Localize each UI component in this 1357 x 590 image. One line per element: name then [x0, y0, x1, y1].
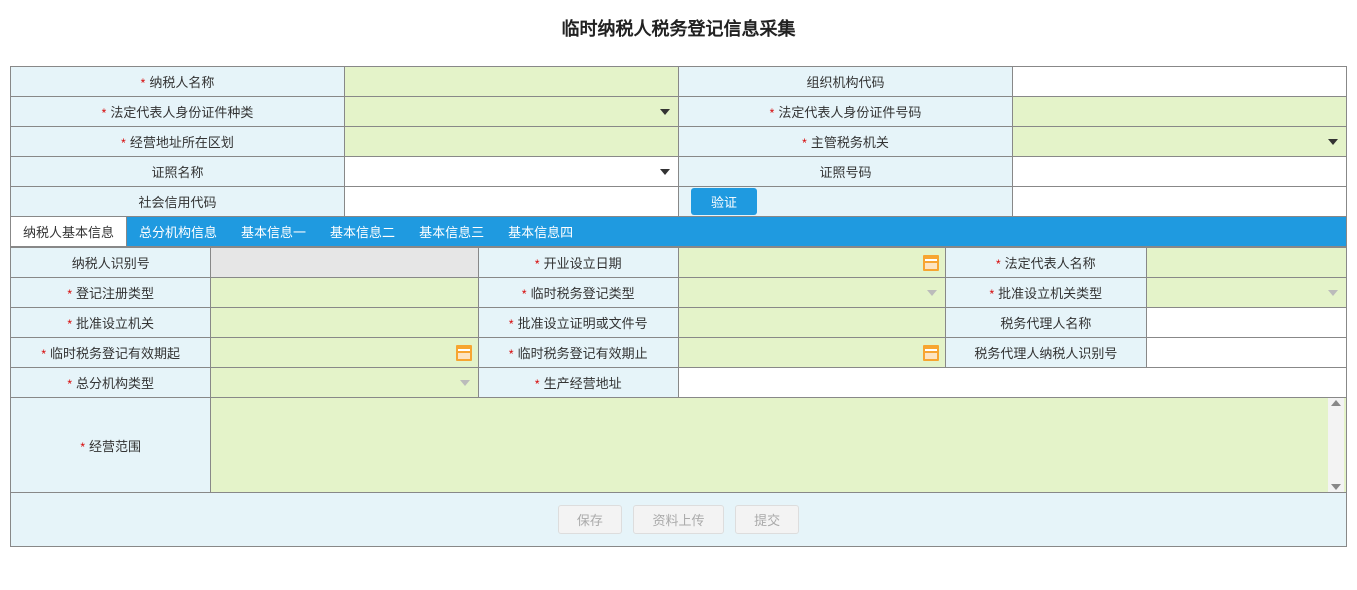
button-row: 保存 资料上传 提交: [10, 493, 1347, 547]
label-social-credit-code: 社会信用代码: [11, 187, 345, 217]
select-license-name[interactable]: [345, 157, 679, 187]
label-approval-org-type: *批准设立机关类型: [946, 278, 1146, 308]
label-legal-name: *法定代表人名称: [946, 248, 1146, 278]
biz-scope-textarea[interactable]: [211, 399, 1346, 489]
label-license-name: 证照名称: [11, 157, 345, 187]
label-tax-agent-taxpayer-id: 税务代理人纳税人识别号: [946, 338, 1146, 368]
select-tax-authority[interactable]: [1013, 127, 1347, 157]
tab-branch-info[interactable]: 总分机构信息: [127, 217, 229, 246]
scroll-up-icon[interactable]: [1331, 400, 1341, 406]
label-org-code: 组织机构代码: [679, 67, 1013, 97]
verify-button[interactable]: 验证: [691, 188, 757, 215]
label-tax-agent-name: 税务代理人名称: [946, 308, 1146, 338]
label-open-date: *开业设立日期: [478, 248, 678, 278]
tab-basic-1[interactable]: 基本信息一: [229, 217, 318, 246]
scrollbar[interactable]: [1328, 398, 1344, 492]
detail-form-table: 纳税人识别号 *开业设立日期 *法定代表人名称 *登记注册类型 *临时税务登记类…: [10, 247, 1347, 493]
input-legal-name[interactable]: [1146, 248, 1346, 278]
chevron-down-icon: [660, 109, 670, 115]
label-license-no: 证照号码: [679, 157, 1013, 187]
input-tax-agent-name[interactable]: [1146, 308, 1346, 338]
empty-cell: [1013, 187, 1347, 217]
label-taxpayer-name: *纳税人名称: [11, 67, 345, 97]
chevron-down-icon: [660, 169, 670, 175]
calendar-icon[interactable]: [923, 255, 939, 271]
save-button: 保存: [558, 505, 622, 534]
tab-basic-4[interactable]: 基本信息四: [496, 217, 585, 246]
label-reg-type: *登记注册类型: [11, 278, 211, 308]
label-biz-scope: *经营范围: [11, 398, 211, 493]
input-temp-reg-valid-to[interactable]: [678, 338, 945, 368]
select-approval-org-type[interactable]: [1146, 278, 1346, 308]
label-approval-org: *批准设立机关: [11, 308, 211, 338]
input-prod-biz-address[interactable]: [678, 368, 1346, 398]
input-org-code[interactable]: [1013, 67, 1347, 97]
tab-basic-3[interactable]: 基本信息三: [407, 217, 496, 246]
select-temp-tax-reg-type[interactable]: [678, 278, 945, 308]
input-temp-reg-valid-from[interactable]: [211, 338, 478, 368]
input-approval-org[interactable]: [211, 308, 478, 338]
top-form-table: *纳税人名称 组织机构代码 *法定代表人身份证件种类 *法定代表人身份证件号码 …: [10, 66, 1347, 217]
submit-button: 提交: [735, 505, 799, 534]
input-biz-district[interactable]: [345, 127, 679, 157]
tab-strip: 纳税人基本信息 总分机构信息 基本信息一 基本信息二 基本信息三 基本信息四: [10, 217, 1347, 247]
scroll-down-icon[interactable]: [1331, 484, 1341, 490]
input-tax-agent-taxpayer-id[interactable]: [1146, 338, 1346, 368]
label-temp-reg-valid-from: *临时税务登记有效期起: [11, 338, 211, 368]
label-legal-id-type: *法定代表人身份证件种类: [11, 97, 345, 127]
page-title: 临时纳税人税务登记信息采集: [10, 15, 1347, 41]
chevron-down-icon: [460, 380, 470, 386]
label-tax-authority: *主管税务机关: [679, 127, 1013, 157]
input-approval-doc-no[interactable]: [678, 308, 945, 338]
label-branch-type: *总分机构类型: [11, 368, 211, 398]
select-legal-id-type[interactable]: [345, 97, 679, 127]
chevron-down-icon: [927, 290, 937, 296]
chevron-down-icon: [1328, 290, 1338, 296]
tab-basic-2[interactable]: 基本信息二: [318, 217, 407, 246]
upload-button: 资料上传: [633, 505, 723, 534]
input-open-date[interactable]: [678, 248, 945, 278]
label-legal-id-no: *法定代表人身份证件号码: [679, 97, 1013, 127]
input-taxpayer-name[interactable]: [345, 67, 679, 97]
verify-cell: 验证: [679, 187, 1013, 217]
tab-taxpayer-basic[interactable]: 纳税人基本信息: [11, 217, 127, 246]
label-temp-reg-valid-to: *临时税务登记有效期止: [478, 338, 678, 368]
input-license-no[interactable]: [1013, 157, 1347, 187]
textarea-biz-scope[interactable]: [211, 398, 1347, 493]
input-legal-id-no[interactable]: [1013, 97, 1347, 127]
label-biz-district: *经营地址所在区划: [11, 127, 345, 157]
label-prod-biz-address: *生产经营地址: [478, 368, 678, 398]
label-temp-tax-reg-type: *临时税务登记类型: [478, 278, 678, 308]
chevron-down-icon: [1328, 139, 1338, 145]
select-reg-type[interactable]: [211, 278, 478, 308]
input-social-credit-code[interactable]: [345, 187, 679, 217]
calendar-icon[interactable]: [456, 345, 472, 361]
label-approval-doc-no: *批准设立证明或文件号: [478, 308, 678, 338]
input-taxpayer-id: [211, 248, 478, 278]
label-taxpayer-id: 纳税人识别号: [11, 248, 211, 278]
calendar-icon[interactable]: [923, 345, 939, 361]
select-branch-type[interactable]: [211, 368, 478, 398]
